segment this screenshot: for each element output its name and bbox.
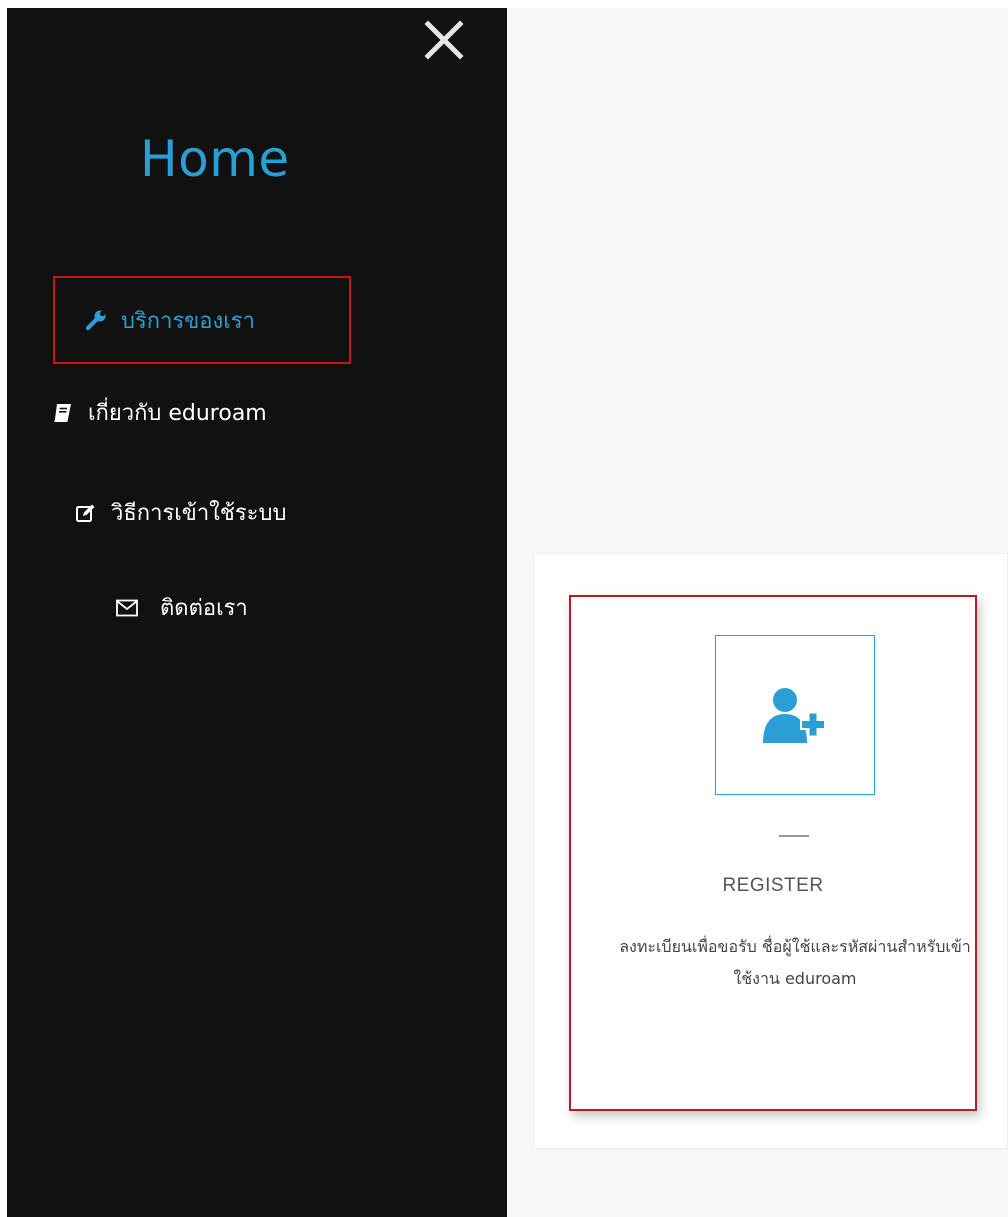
close-icon <box>424 20 464 60</box>
nav-item-label: เกี่ยวกับ eduroam <box>88 401 267 426</box>
register-icon-box[interactable] <box>715 635 875 795</box>
nav-item-services[interactable]: บริการของเรา <box>53 276 351 364</box>
nav-item-howto[interactable]: วิธีการเข้าใช้ระบบ <box>75 495 286 530</box>
nav-item-label: ติดต่อเรา <box>160 596 248 621</box>
nav-item-contact[interactable]: ติดต่อเรา <box>116 590 248 625</box>
divider <box>779 835 809 837</box>
nav-item-label: บริการของเรา <box>121 308 255 334</box>
register-card[interactable]: REGISTER ลงทะเบียนเพื่อขอรับ ชื่อผู้ใช้แ… <box>569 595 977 1111</box>
envelope-icon <box>116 599 138 617</box>
nav-item-about[interactable]: เกี่ยวกับ eduroam <box>52 395 267 430</box>
wrench-icon <box>85 309 107 331</box>
sidebar-title[interactable]: Home <box>140 130 290 188</box>
book-icon <box>52 402 74 424</box>
user-add-icon <box>763 688 826 743</box>
register-description: ลงทะเบียนเพื่อขอรับ ชื่อผู้ใช้และรหัสผ่า… <box>619 937 971 988</box>
sidebar-menu <box>7 8 507 1217</box>
register-title: REGISTER <box>722 875 824 896</box>
edit-icon <box>75 502 97 524</box>
close-button[interactable] <box>422 18 466 62</box>
nav-item-label: วิธีการเข้าใช้ระบบ <box>111 501 287 526</box>
